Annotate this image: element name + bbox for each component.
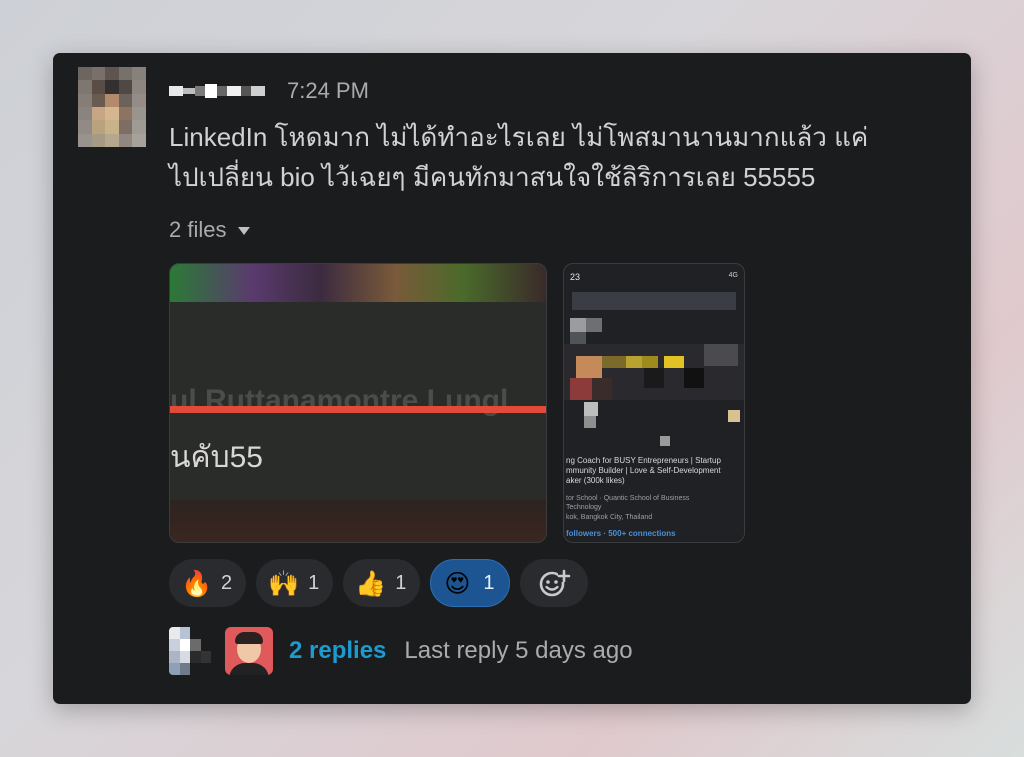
heart-eyes-icon: 😍 <box>444 568 471 598</box>
reaction-fire[interactable]: 🔥 2 <box>169 559 247 607</box>
message-text-line-1: LinkedIn โหดมาก ไม่ได้ทำอะไรเลย ไม่โพสมา… <box>169 122 869 152</box>
replies-link[interactable]: 2 replies <box>289 637 386 665</box>
attachment-photo-strip <box>170 264 546 302</box>
pixel-block <box>584 402 598 416</box>
pixel-block <box>570 318 586 332</box>
reaction-count: 1 <box>483 571 495 594</box>
message-timestamp[interactable]: 7:24 PM <box>287 78 369 104</box>
files-toggle[interactable]: 2 files <box>169 217 251 243</box>
pixel-block <box>602 356 626 368</box>
pixel-block <box>664 356 684 368</box>
pixel-block <box>584 416 596 428</box>
add-reaction-button[interactable] <box>519 559 588 607</box>
phone-status-time: 23 <box>570 272 581 282</box>
file-attachment-2[interactable]: 23 4G ng Coach for BUSY Entrepreneurs | … <box>563 263 745 543</box>
pixel-block <box>660 436 670 446</box>
pixelated-banner <box>572 292 736 310</box>
profile-education-2: Technology <box>566 504 602 511</box>
red-strike-line <box>170 406 546 413</box>
profile-connections: followers · 500+ connections <box>566 529 676 538</box>
reaction-count: 1 <box>308 571 320 594</box>
thumbs-up-icon: 👍 <box>355 568 387 598</box>
pixel-block <box>570 378 592 400</box>
reaction-count: 2 <box>221 571 233 594</box>
message-header: 7:24 PM <box>169 78 369 104</box>
reaction-heart-eyes[interactable]: 😍 1 <box>430 559 510 607</box>
message-text: LinkedIn โหดมาก ไม่ได้ทำอะไรเลย ไม่โพสมา… <box>169 117 959 197</box>
profile-location: kok, Bangkok City, Thailand <box>566 514 653 521</box>
pixel-block <box>704 344 738 366</box>
fire-icon: 🔥 <box>181 568 213 598</box>
user-avatar[interactable] <box>78 67 146 147</box>
sender-name-pixelated[interactable] <box>169 82 265 100</box>
files-count-label: 2 files <box>169 217 227 242</box>
reaction-raised-hands[interactable]: 🙌 1 <box>256 559 334 607</box>
thread-replies: 2 replies Last reply 5 days ago <box>169 625 633 677</box>
last-reply-text: Last reply 5 days ago <box>404 637 633 664</box>
pixel-block <box>626 356 642 368</box>
pixel-block <box>684 368 704 388</box>
profile-headline-1: ng Coach for BUSY Entrepreneurs | Startu… <box>566 456 721 465</box>
pixel-block <box>728 410 740 422</box>
message-text-line-2: ไปเปลี่ยน bio ไว้เฉยๆ มีคนทักมาสนใจใช้ลิ… <box>169 162 816 192</box>
profile-education-1: tor School · Quantic School of Business <box>566 495 690 502</box>
reaction-thumbs-up[interactable]: 👍 1 <box>343 559 421 607</box>
replier-avatar-1[interactable] <box>169 627 211 675</box>
caret-down-icon <box>238 227 251 235</box>
profile-headline-2: mmunity Builder | Love & Self-Developmen… <box>566 466 721 475</box>
pixel-block <box>576 356 602 378</box>
phone-signal-icon: 4G <box>728 272 738 279</box>
attachment-body: ul Ruttanamontre Lungl นคับ55 <box>170 302 546 500</box>
message-card: 7:24 PM LinkedIn โหดมาก ไม่ได้ทำอะไรเลย … <box>53 53 971 704</box>
attachment-text: นคับ55 <box>170 441 263 474</box>
pixel-block <box>644 368 664 388</box>
pixel-block <box>642 356 658 368</box>
attachment-footer-strip <box>170 500 546 542</box>
file-attachment-1[interactable]: ul Ruttanamontre Lungl นคับ55 <box>169 263 547 543</box>
replier-avatar-2[interactable] <box>225 627 273 675</box>
profile-headline-3: aker (300k likes) <box>566 476 625 485</box>
raised-hands-icon: 🙌 <box>268 568 300 598</box>
reactions-bar: 🔥 2 🙌 1 👍 1 😍 1 <box>169 559 588 607</box>
pixel-block <box>592 378 612 400</box>
reaction-count: 1 <box>395 571 407 594</box>
pixel-block <box>586 318 602 332</box>
add-reaction-icon <box>539 569 570 597</box>
